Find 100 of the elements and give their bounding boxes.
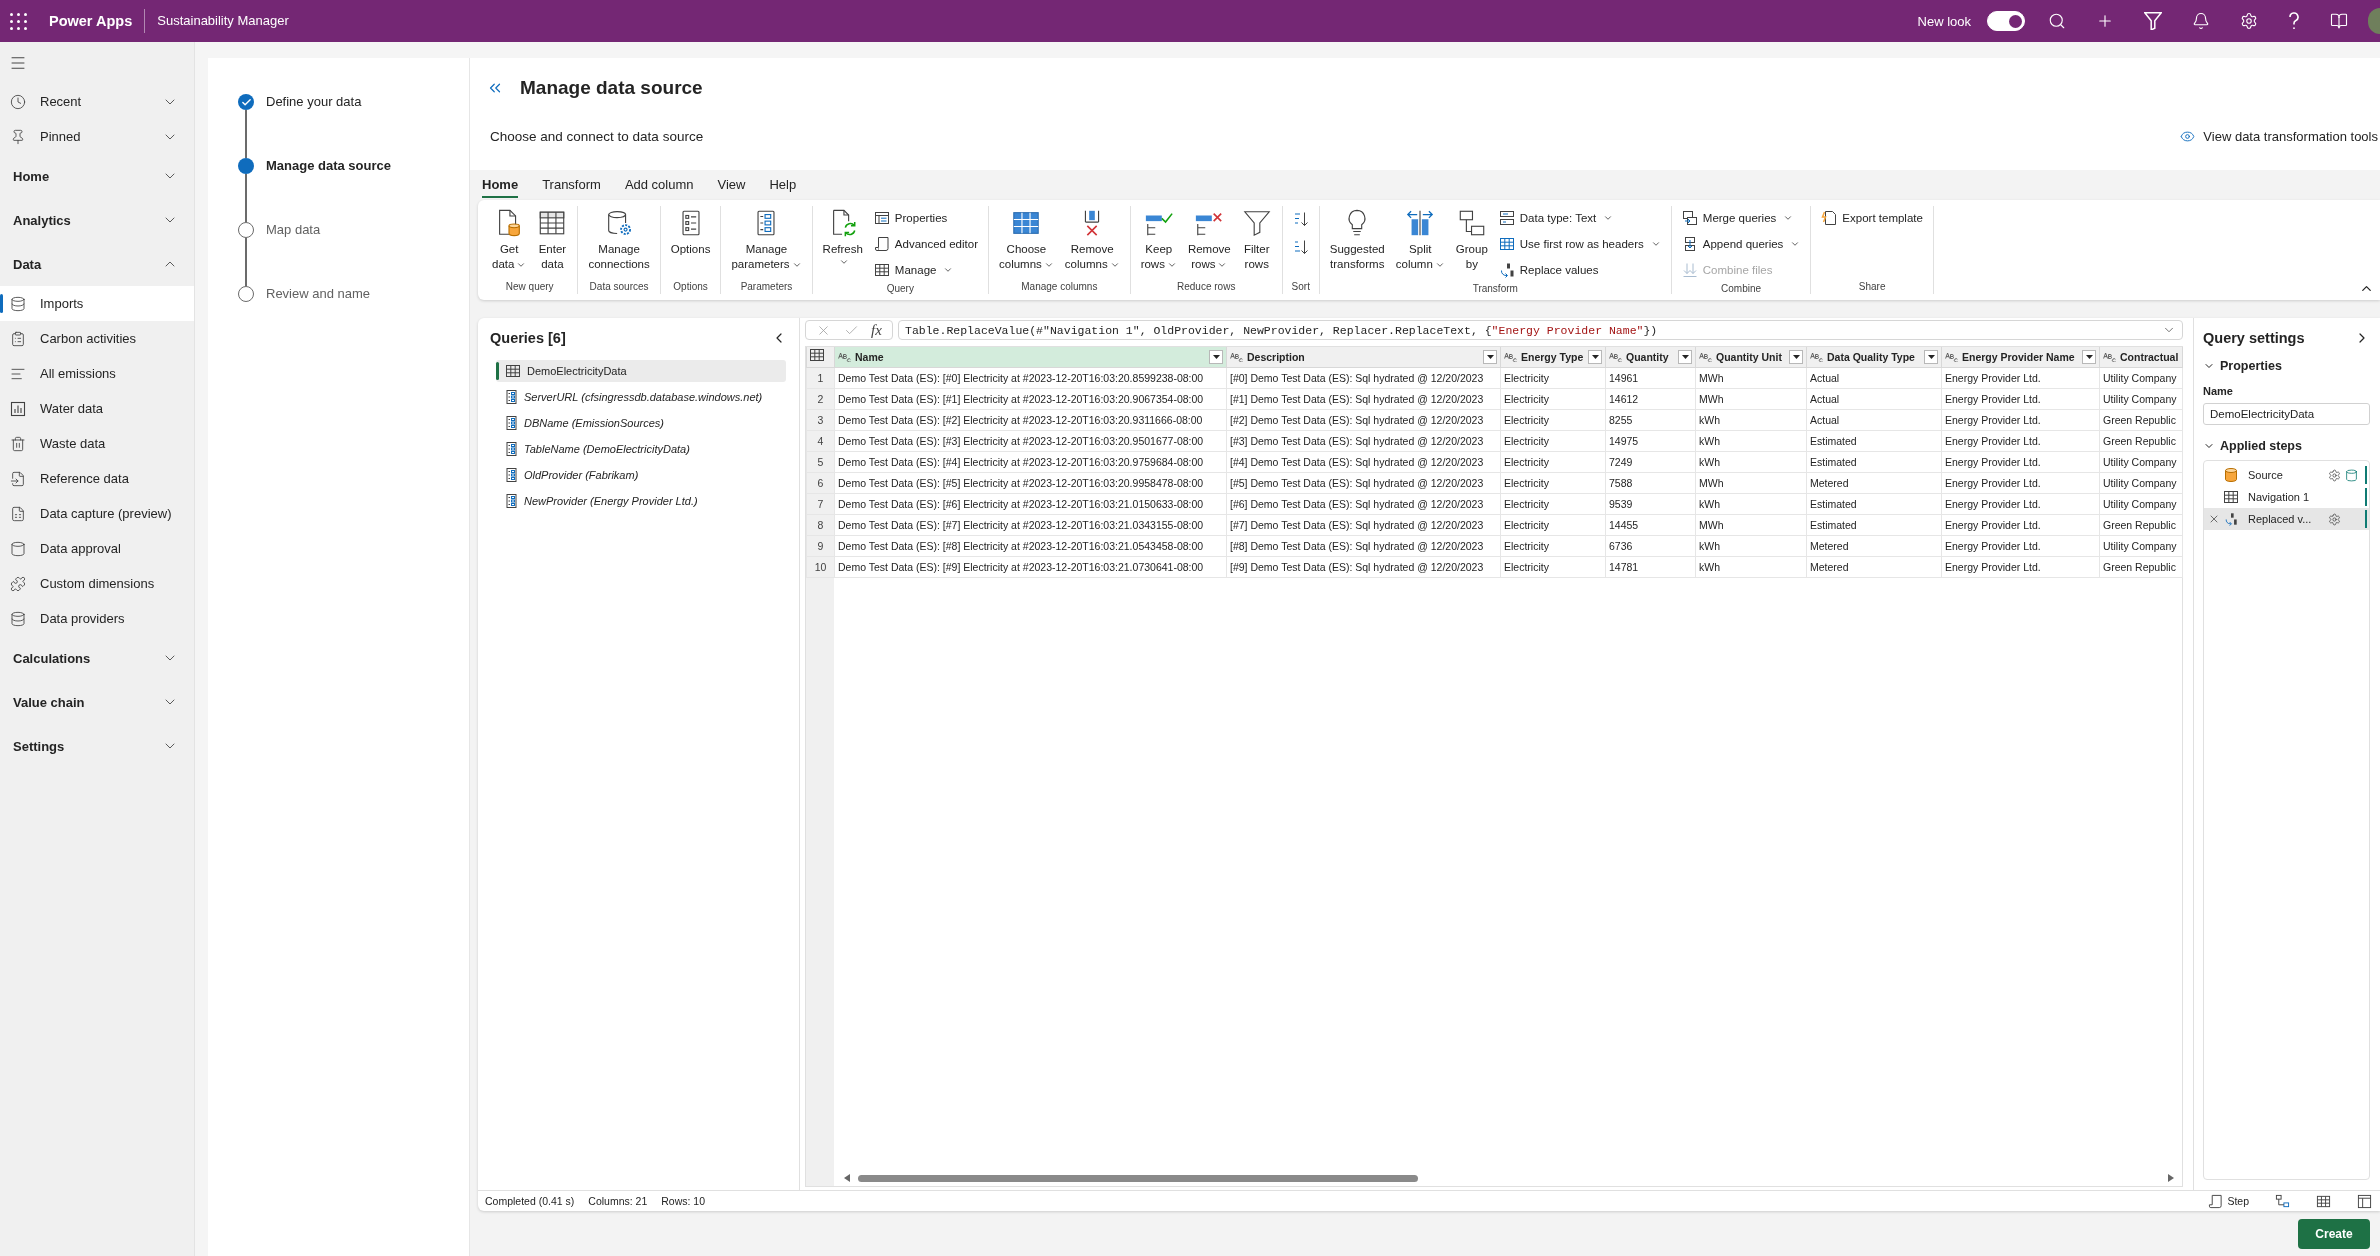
column-filter-button[interactable] xyxy=(1483,349,1497,364)
ribbon-button[interactable]: Replace values xyxy=(1495,258,1664,282)
ribbon-button[interactable]: Use first row as headers xyxy=(1495,232,1664,256)
nav-item[interactable]: Data capture (preview) xyxy=(0,496,194,531)
help-icon[interactable] xyxy=(2288,12,2300,30)
column-filter-button[interactable] xyxy=(1209,349,1223,364)
ribbon-button[interactable]: Manage parameters xyxy=(728,206,805,274)
column-header[interactable]: Energy Type xyxy=(1500,347,1606,367)
toggle-switch[interactable] xyxy=(1987,11,2025,31)
plus-icon[interactable] xyxy=(2096,12,2114,30)
ribbon-button[interactable]: Advanced editor xyxy=(870,232,981,256)
table-cell: Electricity xyxy=(1500,493,1606,514)
ribbon-button[interactable]: Data type: Text xyxy=(1495,206,1664,230)
scrollbar-thumb[interactable] xyxy=(858,1174,1418,1182)
ribbon-button[interactable]: Get data xyxy=(489,206,530,274)
nav-item[interactable]: Waste data xyxy=(0,426,194,461)
column-header[interactable]: Quantity Unit xyxy=(1695,347,1807,367)
table-cell: kWh xyxy=(1695,430,1807,451)
ribbon-button[interactable]: Enter data xyxy=(534,206,571,274)
column-filter-button[interactable] xyxy=(1678,349,1692,364)
nav-item[interactable]: Pinned xyxy=(0,119,194,154)
nav-item[interactable]: Data providers xyxy=(0,601,194,636)
ribbon-button[interactable]: Split column xyxy=(1392,206,1448,274)
ribbon-tab[interactable]: Add column xyxy=(624,170,694,198)
column-header[interactable]: Contractual xyxy=(2099,347,2183,367)
delete-icon[interactable] xyxy=(2208,513,2220,525)
create-button[interactable]: Create xyxy=(2298,1218,2370,1249)
function-button[interactable]: fx xyxy=(870,322,882,338)
scroll-right-icon[interactable] xyxy=(2168,1174,2174,1182)
nav-item[interactable]: Water data xyxy=(0,391,194,426)
ribbon-tab[interactable]: Help xyxy=(769,170,797,198)
scroll-left-icon[interactable] xyxy=(844,1174,850,1182)
nav-section-header[interactable]: Home xyxy=(0,154,194,198)
applied-step[interactable]: Source xyxy=(2204,464,2369,486)
column-filter-button[interactable] xyxy=(1924,349,1938,364)
ribbon-tab[interactable]: Home xyxy=(482,170,519,198)
nav-item[interactable]: Imports xyxy=(0,286,194,321)
ribbon-button[interactable]: Filter rows xyxy=(1238,206,1275,274)
grid-dots-icon[interactable] xyxy=(10,12,27,30)
column-header[interactable]: Name xyxy=(834,347,1227,367)
search-icon[interactable] xyxy=(2048,12,2066,30)
nav-item[interactable]: Data approval xyxy=(0,531,194,566)
ribbon-button[interactable]: Choose columns xyxy=(996,206,1057,274)
table-icon[interactable] xyxy=(810,347,824,362)
caret-down-icon xyxy=(1792,354,1800,359)
ribbon-button[interactable]: Merge queries xyxy=(1678,206,1804,230)
nav-item[interactable]: Recent xyxy=(0,84,194,119)
column-filter-button[interactable] xyxy=(1789,349,1803,364)
nav-section-header[interactable]: Value chain xyxy=(0,680,194,724)
column-header[interactable]: Energy Provider Name xyxy=(1941,347,2100,367)
nav-item[interactable]: All emissions xyxy=(0,356,194,391)
ribbon-tab[interactable]: View xyxy=(717,170,746,198)
ribbon-button[interactable]: Manage connections xyxy=(585,206,653,274)
ribbon-tab[interactable]: Transform xyxy=(542,170,601,198)
column-header[interactable]: Description xyxy=(1226,347,1501,367)
column-header[interactable]: Data Quality Type xyxy=(1806,347,1942,367)
bell-icon[interactable] xyxy=(2192,12,2210,30)
applied-step[interactable]: Replaced v... xyxy=(2204,508,2369,530)
app-name[interactable]: Power Apps xyxy=(49,13,133,29)
step-button[interactable]: Step xyxy=(2208,1193,2249,1209)
nav-section-header[interactable]: Settings xyxy=(0,724,194,768)
query-item[interactable]: TableName (DemoElectricityData) xyxy=(496,438,786,460)
ribbon-button[interactable]: Suggested transforms xyxy=(1326,206,1388,274)
ribbon-button[interactable]: Group by xyxy=(1452,206,1491,274)
query-item[interactable]: ServerURL (cfsingressdb.database.windows.net) xyxy=(496,386,786,408)
formula-field[interactable]: Table.ReplaceValue(#"Navigation 1", OldProvider, NewProvider, Replacer.ReplaceText, {"Energy Provider Name"}) xyxy=(898,320,2183,340)
query-item[interactable]: OldProvider (Fabrikam) xyxy=(496,464,786,486)
ribbon-button[interactable]: Options xyxy=(667,206,714,259)
ribbon-button[interactable]: Append queries xyxy=(1678,232,1804,256)
cylinder-icon[interactable] xyxy=(2344,468,2358,482)
query-item[interactable]: DBName (EmissionSources) xyxy=(496,412,786,434)
ribbon-button[interactable]: Keep rows xyxy=(1137,206,1180,274)
columns-icon[interactable] xyxy=(2357,1193,2372,1209)
nav-section-header[interactable]: Calculations xyxy=(0,636,194,680)
ribbon-button[interactable]: Remove columns xyxy=(1061,206,1123,274)
ribbon-button[interactable]: Remove rows xyxy=(1184,206,1234,274)
query-item[interactable]: DemoElectricityData xyxy=(496,360,786,382)
ribbon-button[interactable]: Refresh xyxy=(819,206,866,269)
nav-section-header[interactable]: Data xyxy=(0,242,194,286)
nav-item[interactable]: Custom dimensions xyxy=(0,566,194,601)
filter-icon[interactable] xyxy=(2144,12,2162,30)
applied-step[interactable]: Navigation 1 xyxy=(2204,486,2369,508)
query-item[interactable]: NewProvider (Energy Provider Ltd.) xyxy=(496,490,786,512)
ribbon-button[interactable]: Export template xyxy=(1818,206,1926,230)
book-icon[interactable] xyxy=(2330,12,2348,30)
table-icon[interactable] xyxy=(2316,1193,2331,1209)
nav-item[interactable]: Reference data xyxy=(0,461,194,496)
ribbon-button[interactable]: Properties xyxy=(870,206,981,230)
column-filter-button[interactable] xyxy=(2082,349,2096,364)
column-header[interactable]: Quantity xyxy=(1605,347,1696,367)
ribbon-button[interactable]: Manage xyxy=(870,258,981,282)
nav-item[interactable]: Carbon activities xyxy=(0,321,194,356)
section-header[interactable]: Applied steps xyxy=(2203,438,2370,454)
menu-icon[interactable] xyxy=(9,54,27,72)
nav-section-header[interactable]: Analytics xyxy=(0,198,194,242)
section-header[interactable]: Properties xyxy=(2203,358,2370,374)
view-tools-link[interactable]: View data transformation tools xyxy=(2180,129,2378,144)
name-field[interactable]: DemoElectricityData xyxy=(2203,403,2370,425)
diagram-icon[interactable] xyxy=(2275,1193,2290,1209)
column-filter-button[interactable] xyxy=(1588,349,1602,364)
